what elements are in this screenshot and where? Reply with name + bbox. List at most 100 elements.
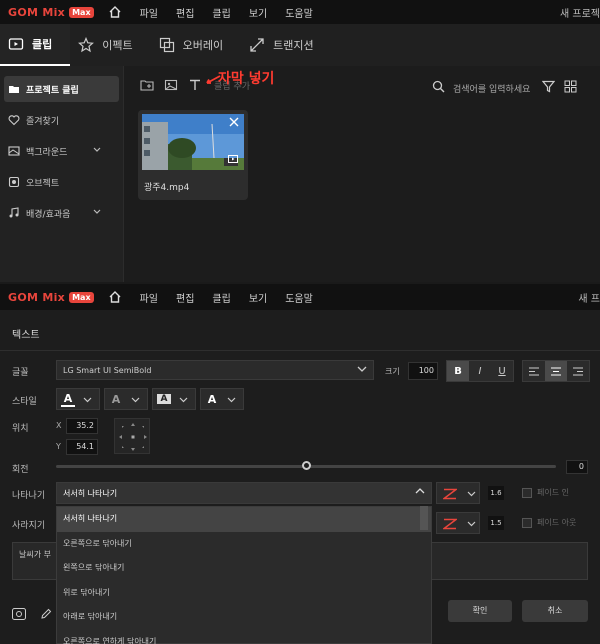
new-project-menu[interactable]: 새 프 xyxy=(578,290,600,305)
appear-easing-select[interactable] xyxy=(436,482,480,504)
dropdown-scrollbar[interactable] xyxy=(420,506,428,530)
preview-icon[interactable] xyxy=(12,608,26,623)
dropdown-option[interactable]: 위로 닦아내기 xyxy=(57,581,431,606)
position-label: 위치 xyxy=(12,424,29,434)
chevron-down-icon[interactable] xyxy=(93,208,101,218)
effect-icon xyxy=(78,36,95,53)
dropdown-option[interactable]: 왼쪽으로 닦아내기 xyxy=(57,556,431,581)
appear-dropdown-list: 서서히 나타나기 오른쪽으로 닦아내기 왼쪽으로 닦아내기 위로 닦아내기 아래… xyxy=(56,506,432,644)
tab-clip[interactable]: 클립 xyxy=(0,24,71,66)
home-icon[interactable] xyxy=(108,290,122,304)
outline-color-button[interactable]: A xyxy=(104,388,148,410)
chevron-down-icon[interactable] xyxy=(93,146,101,156)
fade-in-checkbox[interactable] xyxy=(522,488,532,498)
italic-button[interactable]: I xyxy=(469,361,491,381)
menu-view[interactable]: 보기 xyxy=(249,5,267,20)
search-icon xyxy=(432,80,445,96)
sidebar-item-audio[interactable]: 배경/효과음 xyxy=(4,200,119,226)
add-image-icon[interactable] xyxy=(164,78,178,92)
clip-name: 광주4.mp4 xyxy=(144,183,190,193)
top-tabs: 클립 이펙트 오버레이 트랜지션 xyxy=(0,24,600,66)
clip-card[interactable]: 광주4.mp4 xyxy=(138,110,248,200)
sidebar-item-favorites[interactable]: 즐겨찾기 xyxy=(4,107,119,133)
logo-badge: Max xyxy=(69,291,94,303)
font-label: 글꼴 xyxy=(12,368,29,378)
appear-value: 서서히 나타나기 xyxy=(63,488,118,498)
filter-icon[interactable] xyxy=(541,80,556,96)
menu-help[interactable]: 도움말 xyxy=(285,5,313,20)
sidebar-item-label: 프로젝트 클립 xyxy=(26,85,79,96)
menu-file[interactable]: 파일 xyxy=(140,5,158,20)
background-color-button[interactable]: A xyxy=(152,388,196,410)
panel-title: 텍스트 xyxy=(12,330,40,341)
home-icon[interactable] xyxy=(108,5,122,19)
ok-button[interactable]: 확인 xyxy=(448,600,512,622)
disappear-easing-select[interactable] xyxy=(436,512,480,534)
grid-view-icon[interactable] xyxy=(564,80,577,96)
align-buttons xyxy=(522,360,590,382)
menu-view[interactable]: 보기 xyxy=(249,290,267,305)
menu-clip[interactable]: 클립 xyxy=(212,290,230,305)
appear-duration[interactable]: 1.6 xyxy=(488,486,504,500)
chevron-down-icon xyxy=(83,393,92,406)
fade-out-checkbox[interactable] xyxy=(522,518,532,528)
dropdown-option[interactable]: 오른쪽으로 연하게 닦아내기 xyxy=(57,630,431,644)
chevron-down-icon xyxy=(467,491,476,497)
dropdown-option[interactable]: 오른쪽으로 닦아내기 xyxy=(57,532,431,557)
edit-pencil-icon[interactable] xyxy=(40,608,52,623)
annotation-label: 자막 넣기 xyxy=(218,71,275,87)
sidebar-item-project-clips[interactable]: 프로젝트 클립 xyxy=(4,76,119,102)
tab-overlay[interactable]: 오버레이 xyxy=(151,24,241,66)
appear-select[interactable]: 서서히 나타나기 xyxy=(56,482,432,504)
heart-icon xyxy=(8,114,20,126)
chevron-up-icon xyxy=(415,487,425,497)
tab-effect[interactable]: 이펙트 xyxy=(70,24,150,66)
text-icon[interactable] xyxy=(188,78,202,92)
tab-transition[interactable]: 트랜지션 xyxy=(241,24,331,66)
align-left-icon[interactable] xyxy=(523,361,545,381)
menu-file[interactable]: 파일 xyxy=(140,290,158,305)
align-right-icon[interactable] xyxy=(567,361,589,381)
app-logo: GOM Mix Max xyxy=(8,6,94,19)
logo-text: GOM Mix xyxy=(8,5,66,19)
disappear-label: 사라지기 xyxy=(12,521,46,531)
new-project-menu[interactable]: 새 프로젝 xyxy=(560,5,600,20)
bold-button[interactable]: B xyxy=(447,361,469,381)
clip-content-area: 클립 추가 자막 넣기 검색어를 입력하세요 광주4.mp4 xyxy=(124,66,600,282)
text-color-button[interactable]: A xyxy=(56,388,100,410)
align-center-icon[interactable] xyxy=(545,361,567,381)
tab-overlay-label: 오버레이 xyxy=(182,39,224,52)
disappear-duration[interactable]: 1.5 xyxy=(488,516,504,530)
position-pad[interactable] xyxy=(114,418,150,454)
annotation-arrow-icon xyxy=(206,75,221,84)
text-content: 날씨가 부 xyxy=(19,550,51,559)
chevron-down-icon xyxy=(227,393,236,406)
cancel-button[interactable]: 취소 xyxy=(522,600,588,622)
close-icon[interactable] xyxy=(228,116,240,131)
rotation-input[interactable]: 0 xyxy=(566,460,588,474)
clip-icon xyxy=(8,36,24,52)
chevron-down-icon xyxy=(179,393,188,406)
menu-edit[interactable]: 편집 xyxy=(176,5,194,20)
easing-icon xyxy=(443,518,457,530)
add-folder-icon[interactable] xyxy=(140,78,154,92)
dropdown-option[interactable]: 아래로 닦아내기 xyxy=(57,605,431,630)
clip-search[interactable]: 검색어를 입력하세요 xyxy=(432,80,530,96)
style-label: 스타일 xyxy=(12,397,37,407)
y-input[interactable]: 54.1 xyxy=(66,439,98,455)
menu-help[interactable]: 도움말 xyxy=(285,290,313,305)
rotation-slider-knob[interactable] xyxy=(301,461,311,470)
underline-button[interactable]: U xyxy=(491,361,513,381)
size-input[interactable]: 100 xyxy=(408,362,438,380)
menu-edit[interactable]: 편집 xyxy=(176,290,194,305)
font-select[interactable]: LG Smart UI SemiBold xyxy=(56,360,374,380)
x-input[interactable]: 35.2 xyxy=(66,418,98,434)
logo-badge: Max xyxy=(69,6,94,18)
sidebar-item-object[interactable]: 오브젝트 xyxy=(4,169,119,195)
search-input[interactable]: 검색어를 입력하세요 xyxy=(453,82,530,95)
sidebar-item-label: 배경/효과음 xyxy=(26,209,71,220)
dropdown-option[interactable]: 서서히 나타나기 xyxy=(57,507,431,532)
shadow-color-button[interactable]: A xyxy=(200,388,244,410)
menu-clip[interactable]: 클립 xyxy=(212,5,230,20)
sidebar-item-background[interactable]: 백그라운드 xyxy=(4,138,119,164)
